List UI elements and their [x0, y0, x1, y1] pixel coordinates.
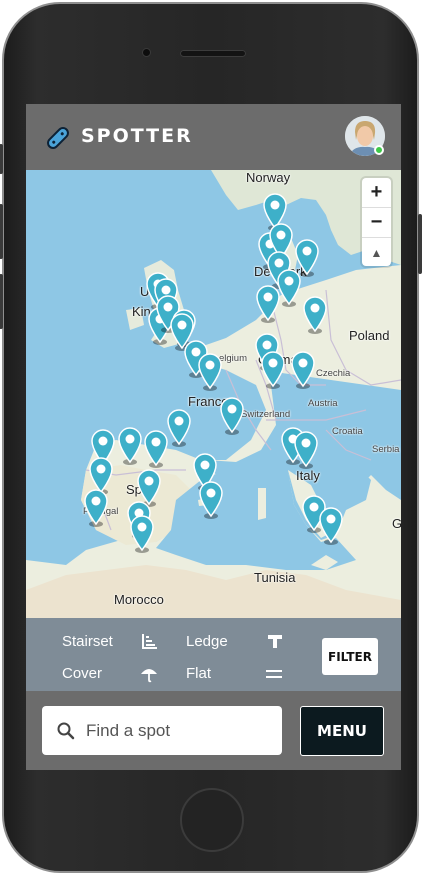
- label-tunisia: Tunisia: [254, 570, 296, 585]
- label-switzerland: Switzerland: [241, 409, 291, 420]
- compass-icon: ▲: [370, 245, 383, 260]
- front-camera: [143, 49, 150, 56]
- legend-stairset: Stairset: [62, 633, 113, 650]
- legend-cover: Cover: [62, 665, 103, 682]
- bottom-bar: MENU: [26, 691, 401, 770]
- search-input[interactable]: [86, 706, 276, 755]
- label-poland: Poland: [349, 328, 390, 343]
- zoom-out-button[interactable]: −: [362, 208, 391, 238]
- legend-bar: Stairset Ledge Cover Flat FILTER: [26, 618, 401, 691]
- map-pin-icon[interactable]: [318, 506, 344, 546]
- filter-button[interactable]: FILTER: [322, 638, 378, 675]
- label-serbia: Serbia: [372, 444, 400, 455]
- online-status-dot: [374, 145, 384, 155]
- label-norway: Norway: [246, 170, 291, 185]
- map-pin-icon[interactable]: [293, 430, 319, 470]
- label-belgium: elgium: [219, 353, 247, 364]
- volume-up-button: [0, 204, 3, 259]
- map-pin-icon[interactable]: [260, 350, 286, 390]
- flat-icon: [266, 670, 282, 678]
- earpiece-speaker: [180, 50, 246, 57]
- label-g: G: [392, 516, 401, 531]
- legend-flat: Flat: [186, 665, 212, 682]
- skateboard-icon: [47, 127, 69, 149]
- label-croatia: Croatia: [332, 426, 363, 437]
- ledge-icon: [268, 635, 282, 648]
- search-icon: [57, 722, 75, 740]
- search-box[interactable]: [42, 706, 282, 755]
- top-bar: SPOTTER: [26, 104, 401, 170]
- power-button: [418, 214, 422, 274]
- map-pin-icon[interactable]: [219, 396, 245, 436]
- app-screen: SPOTTER Norway U Kin Poland Germany elgi…: [26, 104, 401, 770]
- map-pin-icon[interactable]: [290, 350, 316, 390]
- mute-switch: [0, 144, 3, 174]
- map-view[interactable]: Norway Denmark U Kin Poland Germany elgi…: [26, 170, 401, 618]
- map-pin-icon[interactable]: [198, 480, 224, 520]
- map-pin-icon[interactable]: [83, 488, 109, 528]
- home-button[interactable]: [180, 788, 244, 852]
- menu-button[interactable]: MENU: [300, 706, 384, 756]
- stairset-icon: [142, 634, 157, 649]
- label-czechia: Czechia: [316, 368, 351, 379]
- legend-ledge: Ledge: [186, 633, 228, 650]
- map-pin-icon[interactable]: [117, 426, 143, 466]
- umbrella-icon: [141, 669, 157, 683]
- label-italy: Italy: [296, 468, 320, 483]
- map-pin-icon[interactable]: [197, 352, 223, 392]
- map-pin-icon[interactable]: [255, 284, 281, 324]
- map-pin-icon[interactable]: [129, 514, 155, 554]
- compass-button[interactable]: ▲: [362, 238, 391, 267]
- map-pin-icon[interactable]: [143, 429, 169, 469]
- map-pin-icon[interactable]: [166, 408, 192, 448]
- volume-down-button: [0, 274, 3, 329]
- label-austria: Austria: [308, 398, 338, 409]
- label-morocco: Morocco: [114, 592, 164, 607]
- map-pin-icon[interactable]: [302, 295, 328, 335]
- zoom-controls: + − ▲: [362, 178, 391, 266]
- zoom-in-button[interactable]: +: [362, 178, 391, 208]
- app-title: SPOTTER: [81, 125, 193, 147]
